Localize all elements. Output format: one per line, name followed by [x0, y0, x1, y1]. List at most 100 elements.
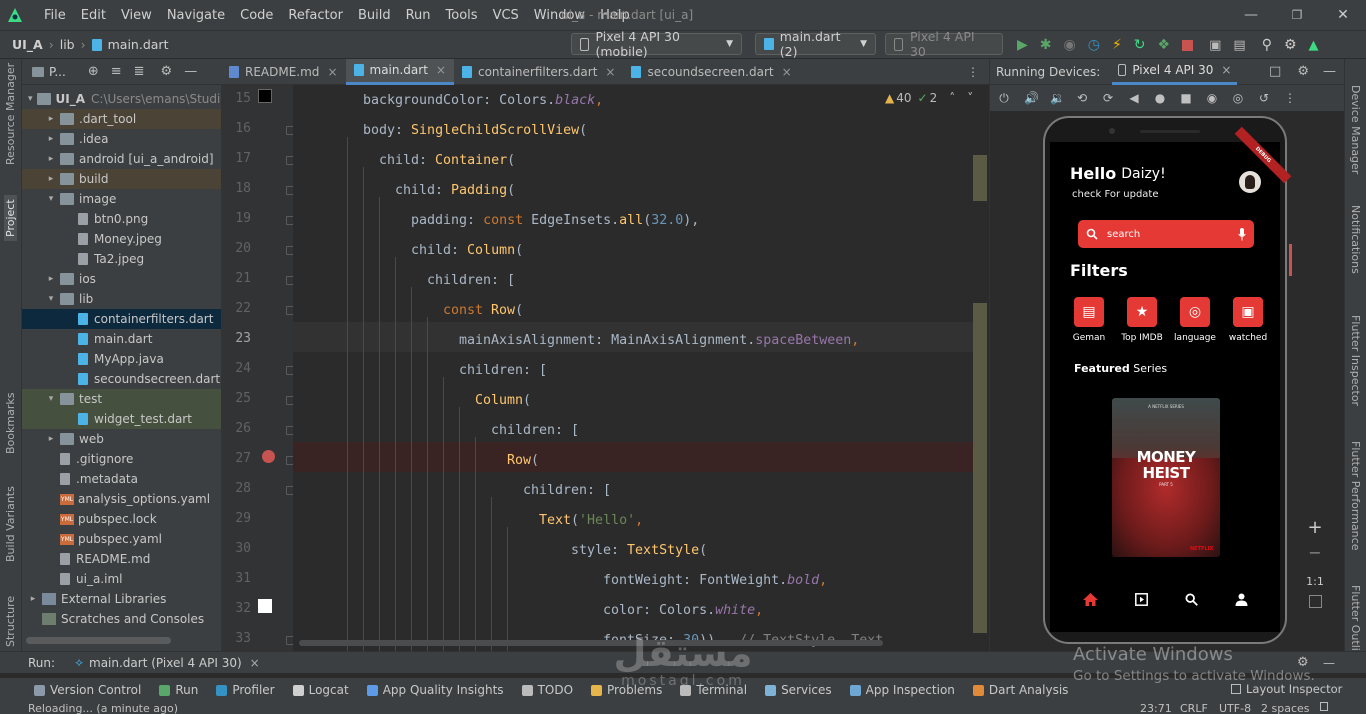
close-icon[interactable]: ×	[782, 65, 792, 79]
device-tab[interactable]: Pixel 4 API 30 ×	[1112, 59, 1238, 85]
line-number[interactable]: 26	[221, 421, 251, 436]
close-icon[interactable]: ×	[605, 65, 615, 79]
menu-code[interactable]: Code	[240, 8, 273, 23]
overview-icon[interactable]: ■	[1180, 92, 1192, 104]
tree-item[interactable]: ▾ lib	[22, 289, 221, 309]
tree-item[interactable]: main.dart	[22, 329, 221, 349]
tree-item[interactable]: ▾ image	[22, 189, 221, 209]
editor-tab[interactable]: main.dart ×	[345, 58, 454, 85]
structure-tab[interactable]: Structure	[4, 596, 17, 647]
search-icon[interactable]	[1184, 592, 1198, 606]
inspection-widget[interactable]: ▲ 40 ✓ 2 ˄ ˅	[885, 91, 973, 105]
close-window-button[interactable]: ✕	[1320, 7, 1366, 23]
tree-item[interactable]: ▸ .dart_tool	[22, 109, 221, 129]
menu-refactor[interactable]: Refactor	[288, 8, 343, 23]
editor-tab[interactable]: containerfilters.dart ×	[454, 59, 624, 85]
search-bar[interactable]: search	[1078, 220, 1254, 248]
line-number[interactable]: 17	[221, 151, 251, 166]
volume-down-icon[interactable]: 🔉	[1050, 92, 1065, 104]
line-number[interactable]: 21	[221, 271, 251, 286]
chevron-right-icon[interactable]: ▸	[46, 134, 56, 144]
person-icon[interactable]	[1235, 593, 1248, 606]
bookmarks-tab[interactable]: Bookmarks	[4, 393, 17, 454]
tree-item[interactable]: ▸ .idea	[22, 129, 221, 149]
line-number[interactable]: 24	[221, 361, 251, 376]
attach-icon[interactable]: ◉	[1064, 37, 1076, 53]
snapshot-icon[interactable]: ◎	[1232, 92, 1244, 104]
chevron-up-icon[interactable]: ˄	[949, 91, 955, 105]
line-separator[interactable]: CRLF	[1180, 702, 1208, 714]
profile-icon[interactable]: ◷	[1088, 37, 1100, 53]
more-tabs-icon[interactable]: ⋮	[967, 65, 979, 79]
flutter-inspector-tab[interactable]: Flutter Inspector	[1349, 315, 1362, 406]
menu-build[interactable]: Build	[358, 8, 391, 23]
line-number[interactable]: 19	[221, 211, 251, 226]
line-number[interactable]: 22	[221, 301, 251, 316]
breadcrumb-folder[interactable]: lib	[60, 37, 75, 52]
hide-panel-icon[interactable]: —	[1323, 64, 1336, 79]
volume-up-icon[interactable]: 🔊	[1024, 92, 1039, 104]
gear-icon[interactable]: ⚙	[1284, 37, 1297, 53]
flutter-performance-tab[interactable]: Flutter Performance	[1349, 441, 1362, 550]
chevron-down-icon[interactable]: ▾	[28, 94, 33, 104]
close-icon[interactable]: ×	[250, 656, 260, 670]
collapse-all-icon[interactable]: ≣	[134, 64, 145, 79]
sdk-manager-icon[interactable]: ▤	[1233, 38, 1245, 53]
tree-item[interactable]: ▸ ios	[22, 269, 221, 289]
zoom-out-button[interactable]: −	[1300, 543, 1330, 569]
tree-item[interactable]: containerfilters.dart	[22, 309, 221, 329]
line-number[interactable]: 16	[221, 121, 251, 136]
tree-item[interactable]: btn0.png	[22, 209, 221, 229]
tool-window-version-control[interactable]: Version Control	[34, 683, 141, 697]
window-icon[interactable]: □	[1269, 64, 1281, 79]
menu-run[interactable]: Run	[406, 8, 431, 23]
rotate-left-icon[interactable]: ⟲	[1076, 92, 1088, 104]
tree-item[interactable]: ui_a.iml	[22, 569, 221, 589]
horizontal-scrollbar[interactable]	[26, 637, 171, 644]
tool-window-app-inspection[interactable]: App Inspection	[849, 683, 955, 697]
chevron-right-icon[interactable]: ▸	[46, 114, 56, 124]
filter-chip[interactable]: ★ Top IMDB	[1115, 297, 1169, 343]
home-icon[interactable]: ●	[1154, 92, 1166, 104]
tree-item[interactable]: secoundsecreen.dart	[22, 369, 221, 389]
code-editor[interactable]: backgroundColor: Colors. black, body: Sing…	[293, 85, 973, 651]
search-icon[interactable]: ⚲	[1262, 37, 1272, 53]
line-number[interactable]: 28	[221, 481, 251, 496]
device-selector[interactable]: Pixel 4 API 30 (mobile) ▼	[571, 29, 742, 59]
run-icon[interactable]: ▶	[1017, 37, 1028, 53]
breadcrumb-file[interactable]: main.dart	[108, 37, 169, 52]
zoom-in-button[interactable]: +	[1300, 517, 1330, 543]
debug-icon[interactable]: ✱	[1040, 37, 1052, 53]
tool-window-todo[interactable]: TODO	[521, 683, 573, 697]
chevron-down-icon[interactable]: ▾	[46, 294, 56, 304]
tool-window-logcat[interactable]: Logcat	[292, 683, 349, 697]
file-encoding[interactable]: UTF-8	[1219, 702, 1251, 714]
line-number[interactable]: 18	[221, 181, 251, 196]
tree-item[interactable]: .metadata	[22, 469, 221, 489]
tree-item[interactable]: YML pubspec.yaml	[22, 529, 221, 549]
tool-window-profiler[interactable]: Profiler	[216, 683, 275, 697]
filter-chip[interactable]: ◎ language	[1168, 297, 1222, 343]
gear-icon[interactable]: ⚙	[161, 64, 173, 79]
locate-icon[interactable]: ⊕	[88, 64, 99, 79]
mic-icon[interactable]	[1238, 227, 1246, 241]
tree-item[interactable]: ▸ External Libraries	[22, 589, 221, 609]
target-selector[interactable]: Pixel 4 API 30	[885, 29, 1003, 59]
back-icon[interactable]: ◀	[1128, 92, 1140, 104]
caret-position[interactable]: 23:71	[1140, 702, 1172, 714]
gear-icon[interactable]: ⚙	[1297, 64, 1309, 79]
tool-window-app-quality-insights[interactable]: App Quality Insights	[366, 683, 504, 697]
tree-item[interactable]: YML analysis_options.yaml	[22, 489, 221, 509]
tree-item[interactable]: ▸ web	[22, 429, 221, 449]
screenshot-icon[interactable]: ◉	[1206, 92, 1218, 104]
run-config-tab[interactable]: main.dart (Pixel 4 API 30)	[89, 656, 242, 670]
horizontal-scrollbar[interactable]	[299, 640, 883, 646]
device-manager-tab[interactable]: Device Manager	[1349, 85, 1362, 174]
build-variants-tab[interactable]: Build Variants	[4, 486, 17, 562]
device-manager-icon[interactable]: ▣	[1209, 38, 1221, 53]
line-number[interactable]: 29	[221, 511, 251, 526]
tool-window-dart-analysis[interactable]: Dart Analysis	[972, 683, 1068, 697]
line-number[interactable]: 32	[221, 601, 251, 616]
home-icon[interactable]	[1082, 592, 1098, 606]
tree-item[interactable]: YML pubspec.lock	[22, 509, 221, 529]
